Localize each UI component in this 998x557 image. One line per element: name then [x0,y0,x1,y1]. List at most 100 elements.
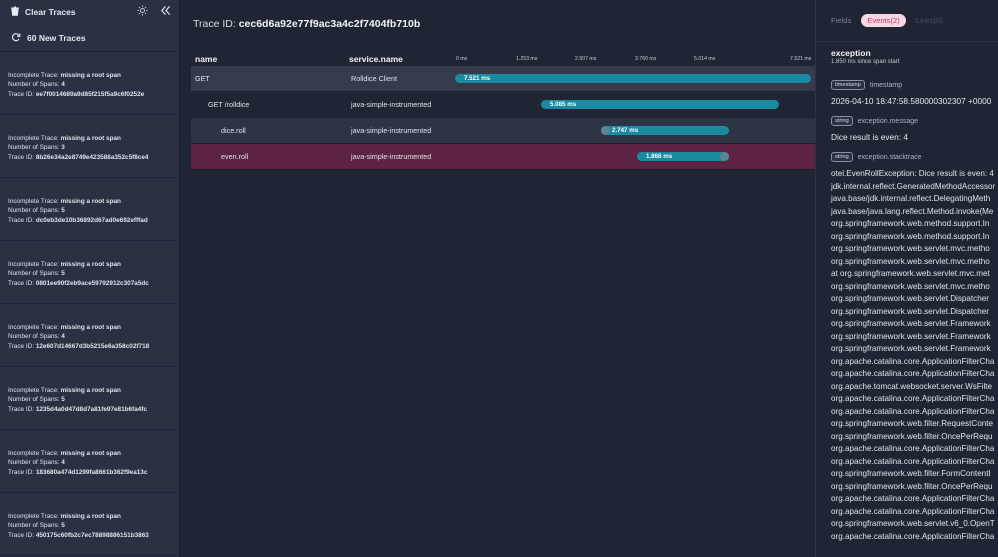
trace-status-line: Incomplete Trace: missing a root span [8,134,171,143]
tab-fields[interactable]: Fields [831,16,851,25]
span-duration-bar[interactable]: 2.747 ms [601,126,729,135]
trace-id: 1235d4a0d47d8d7a81fe97e81b6fa4fc [35,405,148,413]
trace-list-item[interactable]: Incomplete Trace: missing a root span Num… [0,178,179,241]
sidebar-toolbar: Clear Traces [0,0,179,24]
trace-span-count-line: Number of Spans: 5 [8,206,171,215]
span-service-name: Rolldice Client [351,74,397,83]
span-table-header: name service.name 0 ms 1.253 ms 2.507 ms 3.… [191,52,815,66]
attribute-header: timestamp timestamp [831,80,902,90]
trace-status: missing a root span [60,324,121,331]
stacktrace-line: org.springframework.web.filter.OncePerRe… [831,431,993,441]
span-duration-label: 1.868 ms [646,153,673,160]
span-name: even.roll [221,152,249,161]
trace-list-item[interactable]: Incomplete Trace: missing a root span Num… [0,430,179,493]
stacktrace-line: org.springframework.web.servlet.v6_0.Ope… [831,519,995,528]
trace-span-count-line: Number of Spans: 4 [8,458,171,467]
trace-id-label: Trace ID: [193,18,239,30]
trace-status-prefix: Incomplete Trace: [8,135,61,142]
trace-list-item[interactable]: Incomplete Trace: missing a root span Num… [0,493,179,556]
attribute-header: string exception.stacktrace [831,152,922,162]
stacktrace-line: org.springframework.web.method.support.I… [831,231,990,241]
collapse-left-icon[interactable] [160,3,171,21]
trace-span-count-line: Number of Spans: 4 [8,80,171,89]
span-row[interactable]: GET Rolldice Client 7.521 ms [191,66,815,92]
trace-span-count-label: Number of Spans: [8,270,62,278]
stacktrace-line: org.springframework.web.servlet.Framewor… [831,331,991,341]
stacktrace-line: org.springframework.web.servlet.mvc.meth… [831,256,990,266]
trace-span-count: 4 [61,333,65,341]
trace-span-count: 5 [61,522,65,530]
trace-status-line: Incomplete Trace: missing a root span [8,449,171,458]
span-service-name: java-simple-instrumented [351,100,432,109]
trace-id: dc0eb3de10b36892d67ad0e692efffad [35,216,148,224]
event-name: exception [831,48,871,58]
timeline-tick-label: 1.253 ms [516,56,538,62]
stacktrace-line: java.base/java.lang.reflect.Method.invok… [831,206,994,216]
trace-list-item[interactable]: Incomplete Trace: missing a root span Num… [0,367,179,430]
trace-status: missing a root span [60,261,121,268]
trace-span-count-label: Number of Spans: [8,522,62,530]
attribute-key: exception.stacktrace [857,153,922,161]
trace-span-count: 4 [61,81,65,89]
span-row[interactable]: dice.roll java-simple-instrumented 2.747 m… [191,118,815,144]
trace-id-line: Trace ID: 8b26e34a2e8749e423588a352c5f8c… [8,153,171,162]
sun-icon[interactable] [137,3,148,21]
span-duration-label: 7.521 ms [464,75,491,82]
stacktrace-line: java.base/jdk.internal.reflect.Delegatin… [831,194,991,203]
attribute-type-badge: string [831,152,853,162]
trace-id-value: cec6d6a92e77f9ac3a4c2f7404fb710b [238,18,421,30]
span-table: GET Rolldice Client 7.521 ms GET /rolldice j… [191,66,815,170]
trace-id-line: Trace ID: 183680a474d1299fa8661b362f9ea1… [8,468,171,477]
tab-links[interactable]: Links(0) [916,16,943,25]
span-service-name: java-simple-instrumented [351,152,432,161]
trace-id-line: Trace ID: dc0eb3de10b36892d67ad0e692efff… [8,216,171,225]
stacktrace-line: org.apache.tomcat.websocket.server.WsFil… [831,381,993,391]
span-duration-label: 5.085 ms [550,101,577,108]
span-row[interactable]: GET /rolldice java-simple-instrumented 5.0… [191,92,815,118]
trace-detail: Trace ID: cec6d6a92e77f9ac3a4c2f7404fb71… [181,0,815,557]
timeline-tick-label: 7.521 ms [790,56,812,62]
span-event-marker[interactable] [720,152,729,161]
tab-events[interactable]: Events(2) [861,14,906,27]
new-traces-button[interactable]: 60 New Traces [0,24,179,52]
span-detail-panel: Fields Events(2) Links(0) exception 1.850 … [815,0,998,557]
sidebar-actions [137,3,171,21]
trace-status-prefix: Incomplete Trace: [8,513,61,520]
trace-status: missing a root span [60,387,121,394]
trace-list-item[interactable]: Incomplete Trace: missing a root span Num… [0,52,179,115]
trace-status-prefix: Incomplete Trace: [8,387,61,394]
trace-list-item[interactable]: Incomplete Trace: missing a root span Num… [0,241,179,304]
stacktrace-line: org.springframework.web.servlet.Framewor… [831,319,991,328]
stacktrace-block: otel.EvenRollException: Dice result is e… [831,168,995,543]
timeline-tick-label: 0 ms [456,56,468,62]
trace-span-count-line: Number of Spans: 5 [8,395,171,404]
span-event-marker[interactable] [601,126,610,135]
trace-span-count-label: Number of Spans: [8,144,62,152]
attribute-header: string exception.message [831,116,918,126]
trace-span-count-line: Number of Spans: 3 [8,143,171,152]
trace-span-count-line: Number of Spans: 5 [8,269,171,278]
column-header-name: name [195,54,218,64]
trace-span-count: 5 [61,270,65,278]
trace-id-label: Trace ID: [8,342,36,350]
trace-status-line: Incomplete Trace: missing a root span [8,197,171,206]
stacktrace-line: org.springframework.web.filter.OncePerRe… [831,481,993,491]
trace-span-count-line: Number of Spans: 5 [8,521,171,530]
span-duration-bar[interactable]: 5.085 ms [541,100,779,109]
clear-traces-button[interactable]: Clear Traces [10,6,76,18]
span-row[interactable]: even.roll java-simple-instrumented 1.868 m… [191,144,815,170]
span-duration-bar[interactable]: 7.521 ms [455,74,811,83]
trace-list-item[interactable]: Incomplete Trace: missing a root span Num… [0,115,179,178]
stacktrace-line: org.apache.catalina.core.ApplicationFilt… [831,506,995,516]
stacktrace-line: org.springframework.web.filter.RequestCo… [831,419,993,428]
span-duration-bar[interactable]: 1.868 ms [637,152,729,161]
attribute-type-badge: timestamp [831,80,865,90]
stacktrace-line: org.apache.catalina.core.ApplicationFilt… [831,406,995,416]
trace-id-label: Trace ID: [8,405,36,413]
trace-status-prefix: Incomplete Trace: [8,72,61,79]
trace-span-count-label: Number of Spans: [8,81,62,89]
stacktrace-line: org.springframework.web.method.support.I… [831,219,990,228]
trace-span-count-line: Number of Spans: 4 [8,332,171,341]
stacktrace-line: org.apache.catalina.core.ApplicationFilt… [831,394,995,403]
trace-list-item[interactable]: Incomplete Trace: missing a root span Num… [0,304,179,367]
